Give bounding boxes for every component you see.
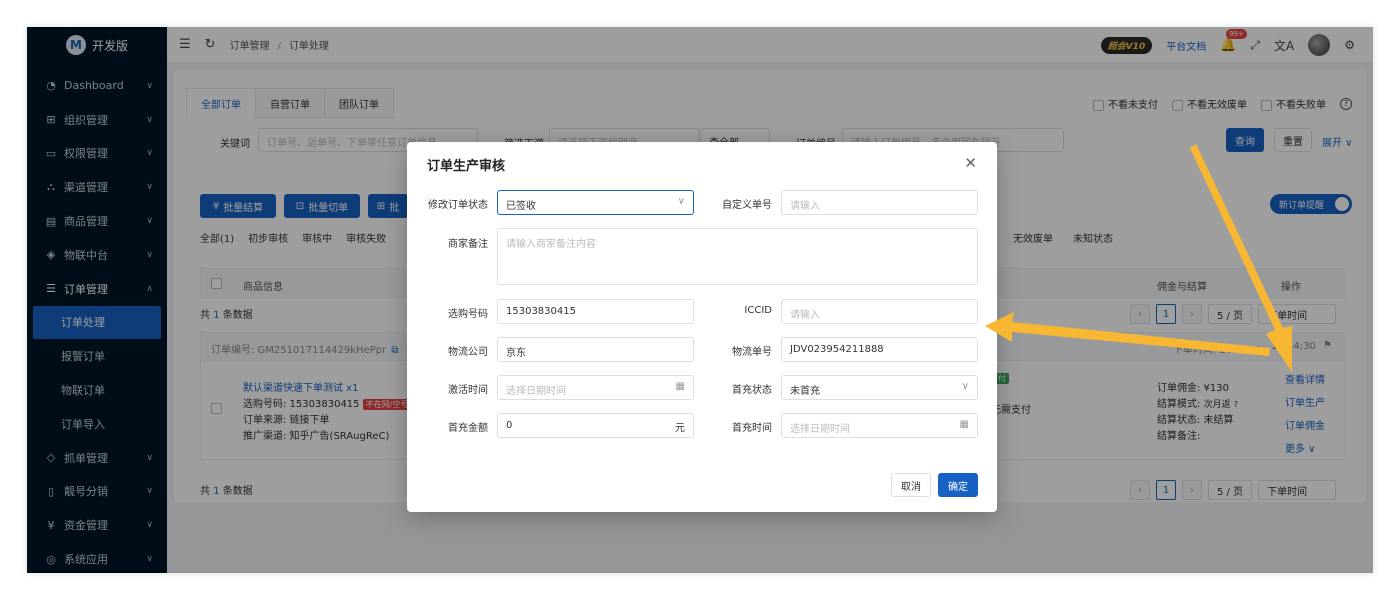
first-time-label: 首充时间 xyxy=(732,423,772,434)
select-value: 已签收 xyxy=(506,201,536,212)
close-icon[interactable]: ✕ xyxy=(964,154,977,172)
logistics-label: 物流公司 xyxy=(448,347,488,358)
status-label: 修改订单状态 xyxy=(428,200,488,211)
activate-label: 激活时间 xyxy=(448,385,488,396)
activate-time-picker[interactable]: 选择日期时间 ▦ xyxy=(497,375,694,400)
tracking-no-input[interactable]: JDV023954211888 xyxy=(781,337,978,362)
number-input[interactable]: 15303830415 xyxy=(497,299,694,324)
picker-placeholder: 选择日期时间 xyxy=(790,424,850,435)
picker-placeholder: 选择日期时间 xyxy=(506,386,566,397)
order-status-select[interactable]: 已签收 ∨ xyxy=(497,190,694,215)
production-review-modal: 订单生产审核 ✕ 修改订单状态 已签收 ∨ 自定义单号 请输入 商家备注 请输入商… xyxy=(407,142,997,512)
chevron-down-icon: ∨ xyxy=(961,381,969,392)
first-amount-label: 首充金额 xyxy=(448,423,488,434)
input-value: 0 xyxy=(506,420,513,431)
first-time-picker[interactable]: 选择日期时间 ▦ xyxy=(781,413,978,438)
iccid-label: ICCID xyxy=(744,305,772,316)
iccid-input[interactable]: 请输入 xyxy=(781,299,978,324)
first-charge-status-select[interactable]: 未首充 ∨ xyxy=(781,375,978,400)
select-value: 未首充 xyxy=(790,386,820,397)
custom-no-input[interactable]: 请输入 xyxy=(781,190,978,215)
chevron-down-icon: ∨ xyxy=(677,196,685,207)
modal-title: 订单生产审核 xyxy=(427,159,506,174)
tracking-label: 物流单号 xyxy=(732,347,772,358)
cancel-button[interactable]: 取消 xyxy=(891,473,931,497)
calendar-icon: ▦ xyxy=(959,419,969,430)
calendar-icon: ▦ xyxy=(675,381,685,392)
confirm-button[interactable]: 确定 xyxy=(938,473,978,497)
first-charge-status-label: 首充状态 xyxy=(732,385,772,396)
first-amount-input[interactable]: 0元 xyxy=(497,413,694,438)
remark-label: 商家备注 xyxy=(448,239,488,250)
merchant-remark-textarea[interactable]: 请输入商家备注内容 xyxy=(497,228,978,285)
currency-unit: 元 xyxy=(675,423,685,434)
custom-no-label: 自定义单号 xyxy=(722,200,772,211)
logistics-company-input[interactable]: 京东 xyxy=(497,337,694,362)
number-label: 选购号码 xyxy=(448,309,488,320)
